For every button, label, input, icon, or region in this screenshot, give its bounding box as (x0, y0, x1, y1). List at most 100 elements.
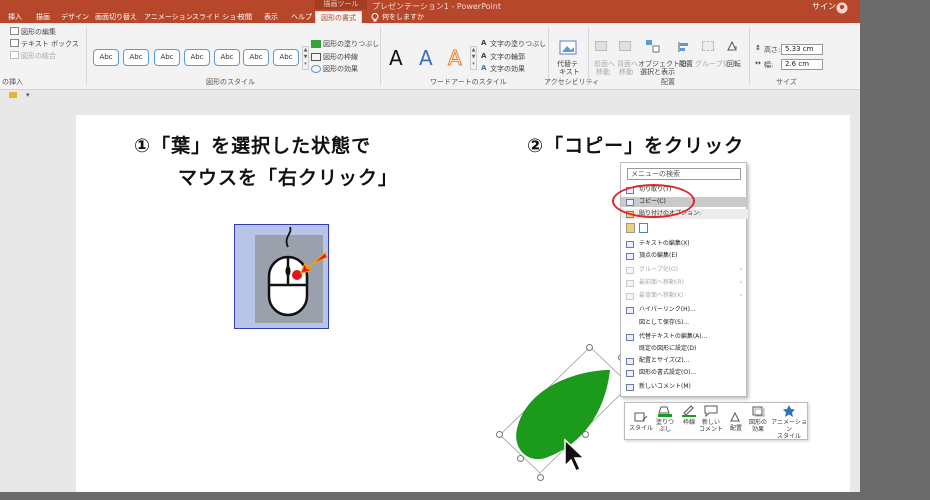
rotate-button[interactable]: 回転 (727, 59, 741, 69)
wordart-sample[interactable]: A (448, 46, 463, 71)
menu-item-label: 新しいコメント(M) (639, 383, 691, 390)
shape-effects-icon (752, 406, 765, 417)
rotate-icon[interactable] (726, 40, 738, 52)
width-label: 幅: (764, 61, 774, 69)
menu-item-set-default-shape[interactable]: 既定の図形に設定(D) (621, 344, 748, 354)
text-box-button[interactable]: テキスト ボックス (21, 39, 79, 49)
shape-fill-button[interactable]: 図形の塗りつぶし (323, 39, 379, 49)
pen-outline-icon (682, 405, 696, 417)
context-tab-group: 描画ツール (315, 0, 367, 9)
mini-fill-label-2: ぶし (658, 426, 671, 433)
text-outline-button[interactable]: 文字の輪郭 (490, 52, 525, 62)
shape-style-sample[interactable]: Abc (154, 49, 180, 66)
tab-draw[interactable]: 描画 (36, 11, 50, 24)
mini-effects-button[interactable]: 図形の 効果 (744, 405, 772, 433)
width-input[interactable]: 2.6 cm (781, 59, 823, 70)
text-fill-icon[interactable]: A (481, 39, 486, 47)
ribbon-separator (749, 27, 750, 85)
menu-item-size-position[interactable]: 配置とサイズ(Z)... (621, 356, 748, 366)
shape-style-sample[interactable]: Abc (184, 49, 210, 66)
shape-styles-group-label: 図形のスタイル (206, 78, 255, 86)
tab-view[interactable]: 表示 (264, 11, 278, 24)
wordart-sample[interactable]: A (389, 46, 403, 70)
height-icon: ↕ (755, 44, 761, 52)
alt-text-button-line2[interactable]: キスト (559, 67, 580, 77)
tab-shape-format[interactable]: 図形の書式 (315, 11, 362, 24)
edit-shape-button[interactable]: 図形の編集 (21, 27, 56, 37)
paste-keep-icon[interactable] (626, 223, 635, 233)
mini-arrange-label: 配置 (729, 425, 742, 432)
shape-style-sample[interactable]: Abc (214, 49, 240, 66)
shape-fill-icon[interactable] (311, 40, 321, 48)
folder-icon[interactable] (9, 92, 17, 98)
tab-help[interactable]: ヘルプ (291, 11, 312, 24)
alt-text-icon[interactable] (559, 40, 577, 56)
selection-pane-icon[interactable] (645, 39, 661, 53)
group-icon (702, 41, 714, 51)
step2-heading: ②「コピー」をクリック (527, 135, 745, 157)
tab-transitions[interactable]: 画面切り替え (95, 11, 137, 24)
shape-effects-button[interactable]: 図形の効果 (323, 64, 358, 74)
bring-forward-icon (595, 41, 607, 51)
paste-picture-icon[interactable] (639, 223, 648, 233)
wordart-sample[interactable]: A (419, 46, 433, 70)
text-effects-icon[interactable]: A (481, 64, 486, 72)
tab-review[interactable]: 校閲 (238, 11, 252, 24)
mini-style-label: スタイル (628, 425, 653, 432)
text-outline-icon[interactable]: A (481, 52, 486, 60)
shape-style-sample[interactable]: Abc (273, 49, 299, 66)
height-input[interactable]: 5.33 cm (781, 44, 823, 55)
menu-item-label: テキストの編集(X) (639, 240, 690, 247)
tab-slideshow[interactable]: スライド ショー (192, 11, 243, 24)
menu-item-new-comment[interactable]: 新しいコメント(M) (621, 382, 748, 392)
menu-item-label: 最前面へ移動(R) (639, 279, 684, 286)
resize-handle[interactable] (496, 431, 503, 438)
menu-item-label: 配置とサイズ(Z)... (639, 357, 690, 364)
menu-item-save-as-picture[interactable]: 図として保存(S)... (621, 318, 748, 328)
text-effects-button[interactable]: 文字の効果 (490, 64, 525, 74)
resize-handle[interactable] (537, 474, 544, 481)
text-box-icon[interactable] (10, 39, 19, 47)
menu-search-input[interactable]: メニューの検索 (627, 168, 741, 180)
menu-item-edit-text[interactable]: テキストの編集(X) (621, 239, 748, 249)
tab-animations[interactable]: アニメーション (144, 11, 193, 24)
shape-outline-icon[interactable] (311, 53, 321, 61)
shape-styles-more-button[interactable]: ▲ ▼ ▾ (302, 46, 309, 70)
mini-animation-button[interactable]: アニメーション スタイル (770, 405, 808, 440)
text-fill-button[interactable]: 文字の塗りつぶし (490, 39, 546, 49)
wordart-more-button[interactable]: ▲ ▼ ▾ (470, 46, 477, 70)
title-bar: 描画ツール プレゼンテーション1 - PowerPoint サイン 挿入 描画 … (0, 0, 860, 24)
comment-icon (626, 384, 634, 391)
edit-shape-icon[interactable] (10, 27, 19, 35)
menu-item-format-shape[interactable]: 図形の書式設定(O)... (621, 368, 748, 378)
menu-item-edit-alt-text[interactable]: 代替テキストの編集(A)... (621, 332, 748, 342)
resize-handle[interactable] (582, 431, 589, 438)
quick-access-bar: ▾ (0, 90, 860, 102)
menu-item-hyperlink[interactable]: ハイパーリンク(H)... (621, 305, 748, 315)
shape-effects-icon[interactable] (311, 65, 321, 73)
shape-style-sample[interactable]: Abc (93, 49, 119, 66)
align-button[interactable]: 配置 (679, 59, 693, 69)
menu-item-label: 既定の図形に設定(D) (639, 345, 697, 352)
tab-insert[interactable]: 挿入 (8, 11, 22, 24)
shape-outline-button[interactable]: 図形の枠線 (323, 52, 358, 62)
link-icon (626, 307, 634, 314)
tell-me-box[interactable]: 何をしますか (382, 11, 424, 24)
mini-new-comment-button[interactable]: 新しい コメント (697, 405, 725, 433)
shape-style-sample[interactable]: Abc (243, 49, 269, 66)
size-group-label: サイズ (776, 78, 797, 86)
merge-shapes-icon (10, 51, 19, 59)
menu-item-group: グループ化(G) › (621, 265, 748, 275)
customize-quick-access-icon[interactable]: ▾ (26, 91, 30, 99)
lightbulb-icon (371, 13, 379, 22)
shape-style-sample[interactable]: Abc (123, 49, 149, 66)
tab-design[interactable]: デザイン (61, 11, 89, 24)
selection-pane-button-line2[interactable]: 選択と表示 (640, 67, 675, 77)
paste-option-buttons (621, 221, 748, 235)
resize-handle[interactable] (517, 455, 524, 462)
mini-outline-label: 枠線 (682, 419, 695, 426)
style-brush-icon (634, 412, 648, 422)
menu-item-edit-points[interactable]: 頂点の編集(E) (621, 251, 748, 261)
resize-handle[interactable] (586, 344, 593, 351)
align-icon[interactable] (678, 41, 690, 53)
